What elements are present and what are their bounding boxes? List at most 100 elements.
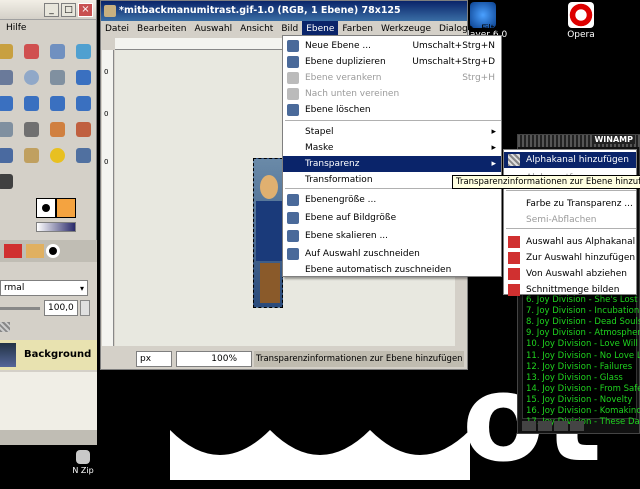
tool-ink[interactable] <box>20 144 42 166</box>
vertical-ruler[interactable]: 0 0 0 <box>102 50 114 346</box>
ebene-menu-item-11[interactable]: Ebene skalieren ... <box>283 228 501 244</box>
palette-icon[interactable] <box>26 244 44 258</box>
playlist-item[interactable]: 10. Joy Division - Love Will Tea <box>526 339 640 349</box>
wallpaper-swoosh <box>170 430 470 480</box>
menu-item-label: Ebene löschen <box>305 105 371 115</box>
transparenz-menu-item-4[interactable]: Auswahl aus Alphakanal <box>504 234 636 250</box>
move-icon <box>75 69 91 85</box>
layer-size-icon <box>287 194 299 206</box>
playlist-item[interactable]: 14. Joy Division - From Safety T <box>526 384 640 394</box>
menu-ansicht[interactable]: Ansicht <box>236 21 277 37</box>
foreground-color-swatch[interactable] <box>36 198 56 218</box>
playlist-item[interactable]: 8. Joy Division - Dead Souls <box>526 317 640 327</box>
opacity-field[interactable]: 100,0 <box>44 300 78 316</box>
playlist-item[interactable]: 7. Joy Division - Incubation <box>526 306 639 316</box>
anchor-icon <box>287 72 299 84</box>
tool-heal[interactable] <box>46 144 68 166</box>
tool-pencil[interactable] <box>46 118 68 140</box>
red-icon[interactable] <box>4 244 22 258</box>
tool-paths[interactable] <box>72 40 94 62</box>
duplicate-layer-icon <box>287 56 299 68</box>
menu-hilfe[interactable]: Hilfe <box>6 23 26 33</box>
tool-color-picker[interactable] <box>0 66 16 88</box>
shear-icon <box>0 121 13 137</box>
opacity-slider-track[interactable] <box>0 307 40 310</box>
opacity-spinner[interactable] <box>80 300 90 316</box>
minimize-button[interactable]: _ <box>44 3 59 17</box>
gradient-swatch[interactable] <box>36 222 76 232</box>
measure-icon <box>49 69 65 85</box>
ebene-menu-item-1[interactable]: Ebene duplizieren Umschalt+Strg+D <box>283 54 501 70</box>
pencil-icon <box>49 121 65 137</box>
tool-crop[interactable] <box>20 92 42 114</box>
tool-foreground-select[interactable] <box>46 40 68 62</box>
menu-auswahl[interactable]: Auswahl <box>190 21 236 37</box>
transparenz-menu-item-2[interactable]: Farbe zu Transparenz ... <box>504 196 636 212</box>
rem-button[interactable] <box>538 421 552 431</box>
tool-measure[interactable] <box>46 66 68 88</box>
transparenz-menu-item-0[interactable]: Alphakanal hinzufügen <box>504 152 636 168</box>
zoom-select[interactable]: 100% <box>176 351 252 367</box>
tool-flip[interactable] <box>20 118 42 140</box>
ebene-menu-item-2[interactable]: Ebene verankern Strg+H <box>283 70 501 86</box>
tool-smudge[interactable] <box>0 170 16 192</box>
tool-move[interactable] <box>72 66 94 88</box>
menu-datei[interactable]: Datei <box>101 21 133 37</box>
mode-dropdown-arrow[interactable]: ▾ <box>80 284 84 293</box>
menu-item-label: Nach unten vereinen <box>305 89 400 99</box>
tool-align[interactable] <box>0 92 16 114</box>
sel-button[interactable] <box>554 421 568 431</box>
tool-scale[interactable] <box>72 92 94 114</box>
close-button[interactable]: × <box>78 3 93 17</box>
ebene-menu-item-13[interactable]: Ebene automatisch zuschneiden <box>283 262 501 278</box>
playlist-item[interactable]: 15. Joy Division - Novelty <box>526 395 632 405</box>
maximize-button[interactable]: □ <box>61 3 76 17</box>
tool-perspective-clone[interactable] <box>72 144 94 166</box>
misc-button[interactable] <box>570 421 584 431</box>
menu-shortcut: Strg+H <box>462 73 495 83</box>
status-bar: px 100% Transparenzinformationen zur Ebe… <box>102 349 467 369</box>
ebene-menu-item-4[interactable]: Ebene löschen <box>283 102 501 118</box>
ebene-menu-item-9[interactable]: Ebenengröße ... <box>283 192 501 208</box>
background-color-swatch[interactable] <box>56 198 76 218</box>
playlist-item[interactable]: 9. Joy Division - Atmosphere <box>526 328 640 338</box>
unit-select[interactable]: px <box>136 351 172 367</box>
playlist-item[interactable]: 12. Joy Division - Failures <box>526 362 632 372</box>
transparenz-menu-item-3[interactable]: Semi-Abflachen <box>504 212 636 228</box>
transparenz-menu-item-5[interactable]: Zur Auswahl hinzufügen <box>504 250 636 266</box>
ebene-menu-item-10[interactable]: Ebene auf Bildgröße <box>283 210 501 226</box>
tool-zoom[interactable] <box>20 66 42 88</box>
airbrush-icon <box>0 147 13 163</box>
menu-item-label: Transparenz <box>305 159 360 169</box>
desktop-icon-zip[interactable]: N Zip <box>48 450 118 476</box>
ebene-menu-item-12[interactable]: Auf Auswahl zuschneiden <box>283 246 501 262</box>
layer-mode-select[interactable]: rmal <box>0 280 88 296</box>
transparenz-menu-item-6[interactable]: Von Auswahl abziehen <box>504 266 636 282</box>
desktop-icon-opera[interactable]: Opera <box>546 2 616 40</box>
lock-alpha-checkbox[interactable] <box>0 322 10 332</box>
menu-item-label: Neue Ebene ... <box>305 41 371 51</box>
playlist-item[interactable]: 11. Joy Division - No Love Lost <box>526 351 640 361</box>
tool-scissors[interactable] <box>20 40 42 62</box>
playlist-item[interactable]: 16. Joy Division - Komakino <box>526 406 640 416</box>
ebene-menu-item-7[interactable]: Transparenz ▸ <box>283 156 501 172</box>
tool-fuzzy-select[interactable] <box>0 40 16 62</box>
add-button[interactable] <box>522 421 536 431</box>
ebene-menu-item-6[interactable]: Maske ▸ <box>283 140 501 156</box>
tool-paintbrush[interactable] <box>72 118 94 140</box>
tool-rotate[interactable] <box>46 92 68 114</box>
menu-item-label: Ebene auf Bildgröße <box>305 213 397 223</box>
playlist-item[interactable]: 13. Joy Division - Glass <box>526 373 623 383</box>
transparenz-menu-item-7[interactable]: Schnittmenge bilden <box>504 282 636 298</box>
image-canvas[interactable] <box>253 158 283 308</box>
circle-icon[interactable] <box>46 244 60 258</box>
ebene-menu-item-5[interactable]: Stapel ▸ <box>283 124 501 140</box>
gimp-window-icon <box>104 5 116 17</box>
tool-shear[interactable] <box>0 118 16 140</box>
ebene-menu-item-0[interactable]: Neue Ebene ... Umschalt+Strg+N <box>283 38 501 54</box>
layer-row-background[interactable]: Background <box>0 340 97 370</box>
image-figure <box>260 175 278 199</box>
tool-airbrush[interactable] <box>0 144 16 166</box>
menu-bearbeiten[interactable]: Bearbeiten <box>133 21 190 37</box>
ebene-menu-item-3[interactable]: Nach unten vereinen <box>283 86 501 102</box>
